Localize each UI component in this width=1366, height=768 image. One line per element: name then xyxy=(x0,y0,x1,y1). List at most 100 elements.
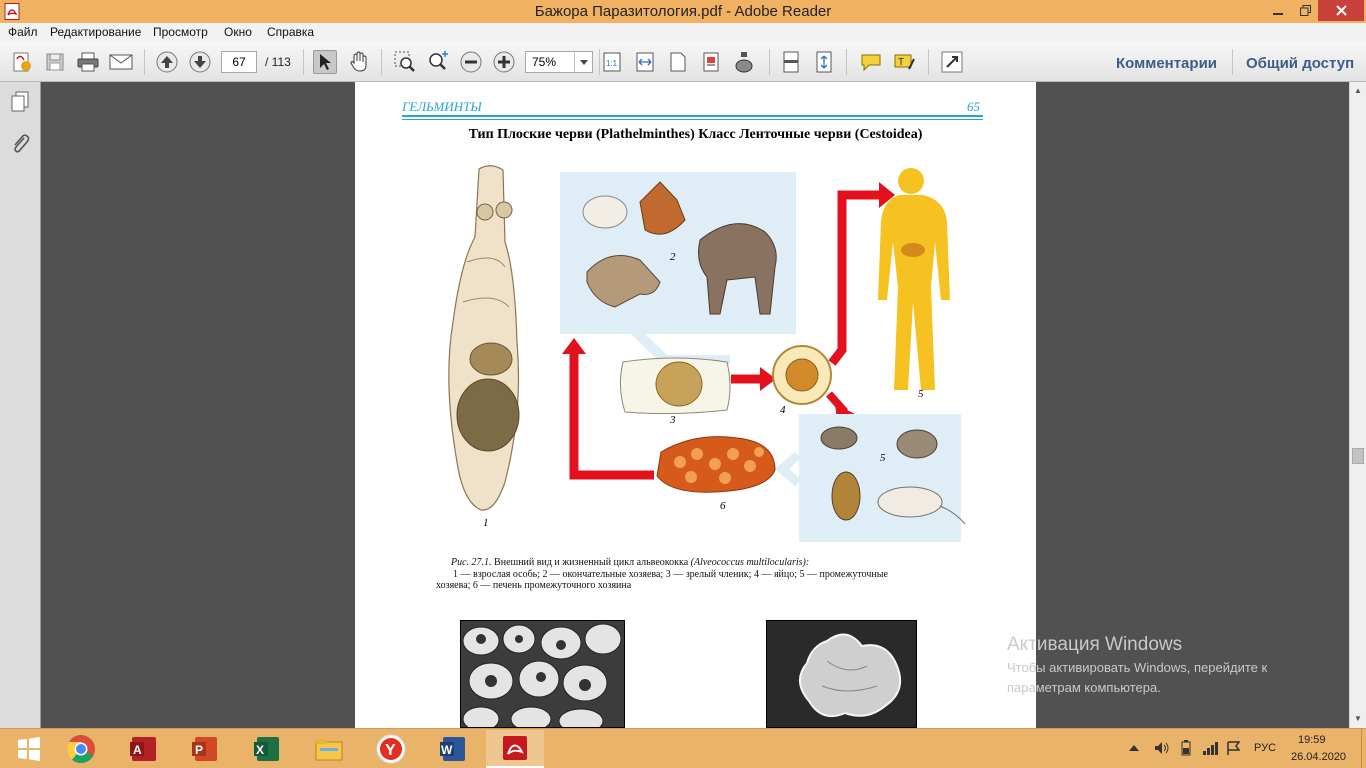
actual-size-button[interactable]: 1:1 xyxy=(600,50,624,74)
start-button[interactable] xyxy=(0,730,58,768)
hand-tool-button[interactable] xyxy=(347,50,371,74)
window-title: Бажора Паразитология.pdf - Adobe Reader xyxy=(534,3,832,20)
previous-page-button[interactable] xyxy=(155,50,179,74)
watermark-text: Чтобы активировать Windows, перейдите к … xyxy=(1007,658,1327,698)
share-link[interactable]: Общий доступ xyxy=(1246,55,1354,72)
page-number-input[interactable] xyxy=(221,51,257,73)
envelope-icon xyxy=(109,54,133,70)
taskbar-file-explorer[interactable] xyxy=(300,730,358,768)
zoom-select[interactable]: 75% xyxy=(525,51,593,73)
paperclip-icon xyxy=(14,134,30,153)
close-button[interactable] xyxy=(1318,0,1364,21)
menu-help[interactable]: Справка xyxy=(267,25,314,39)
speaker-icon xyxy=(1155,742,1169,754)
fit-width-button[interactable] xyxy=(633,50,657,74)
toolbar: / 113 75% 1:1 xyxy=(0,42,1366,82)
next-page-button[interactable] xyxy=(188,50,212,74)
page-rotate-icon xyxy=(783,51,799,73)
tray-expand-button[interactable] xyxy=(1126,740,1142,756)
taskbar-chrome[interactable] xyxy=(52,730,110,768)
svg-text:P: P xyxy=(195,743,203,757)
taskbar-adobe-reader[interactable] xyxy=(486,730,544,768)
excel-icon: X xyxy=(254,737,279,761)
print-button[interactable] xyxy=(76,50,100,74)
maximize-button[interactable] xyxy=(1292,0,1318,21)
taskbar: A P X Y W РУС 19:59 26.04.2020 xyxy=(0,728,1366,768)
adobe-reader-icon xyxy=(503,736,527,760)
ink-bottle-icon xyxy=(735,52,753,73)
file-explorer-icon xyxy=(315,739,343,761)
create-pdf-icon xyxy=(13,52,31,72)
svg-text:1:1: 1:1 xyxy=(606,59,618,68)
arrow-down-icon xyxy=(189,51,211,73)
label-definitive-hosts: 2 xyxy=(670,251,676,263)
tray-volume[interactable] xyxy=(1154,740,1170,756)
menu-view[interactable]: Просмотр xyxy=(153,25,208,39)
save-button[interactable] xyxy=(43,50,67,74)
taskbar-excel[interactable]: X xyxy=(238,730,296,768)
minimize-button[interactable] xyxy=(1264,0,1292,21)
chevron-up-icon xyxy=(1129,745,1139,751)
pdf-page: ГЕЛЬМИНТЫ 65 Тип Плоские черви (Plathelm… xyxy=(355,82,1036,728)
clock-time[interactable]: 19:59 xyxy=(1298,734,1326,746)
two-page-icon xyxy=(703,52,719,72)
read-out-loud-button[interactable] xyxy=(732,50,756,74)
show-desktop-button[interactable] xyxy=(1361,729,1366,768)
comments-link[interactable]: Комментарии xyxy=(1116,55,1217,72)
restore-icon xyxy=(1299,5,1311,16)
expand-toolbar-button[interactable] xyxy=(940,50,964,74)
taskbar-word[interactable]: W xyxy=(424,730,482,768)
minimize-icon xyxy=(1273,12,1283,15)
create-pdf-button[interactable] xyxy=(10,50,34,74)
email-button[interactable] xyxy=(109,50,133,74)
menu-edit[interactable]: Редактирование xyxy=(50,25,141,39)
fit-page-button[interactable] xyxy=(666,50,690,74)
select-tool-button[interactable] xyxy=(313,50,337,74)
taskbar-access[interactable]: A xyxy=(114,730,172,768)
marquee-zoom-button[interactable] xyxy=(393,50,417,74)
add-comment-button[interactable] xyxy=(859,50,883,74)
scroll-thumb[interactable] xyxy=(1352,448,1364,464)
page-thumbnails-button[interactable] xyxy=(8,90,32,114)
page-display-button[interactable] xyxy=(699,50,723,74)
tray-battery[interactable] xyxy=(1178,740,1194,756)
zoom-value: 75% xyxy=(532,55,557,69)
svg-text:T: T xyxy=(898,57,904,68)
micrograph-image xyxy=(462,623,622,728)
label-adult: 1 xyxy=(483,517,489,529)
battery-plug-icon xyxy=(1181,740,1191,756)
signal-icon xyxy=(1203,742,1218,755)
yandex-browser-icon: Y xyxy=(376,734,406,764)
tray-action-center[interactable] xyxy=(1226,740,1242,756)
highlight-text-button[interactable]: T xyxy=(892,50,916,74)
input-language[interactable]: РУС xyxy=(1254,742,1276,754)
rotate-view-button[interactable] xyxy=(779,50,803,74)
zoom-in-button[interactable] xyxy=(492,50,516,74)
caption-figure-number: Рис. 27.1. xyxy=(451,557,492,568)
taskbar-powerpoint[interactable]: P xyxy=(176,730,234,768)
attachments-button[interactable] xyxy=(8,132,32,156)
vertical-scrollbar[interactable]: ▲ ▼ xyxy=(1349,82,1366,728)
tray-network[interactable] xyxy=(1202,740,1218,756)
fit-width-icon xyxy=(636,52,654,72)
scroll-down-icon[interactable]: ▼ xyxy=(1354,714,1362,723)
zoom-out-button[interactable] xyxy=(459,50,483,74)
watermark-line-2: параметрам компьютера. xyxy=(1007,680,1161,695)
svg-text:W: W xyxy=(441,743,453,757)
specimen-image xyxy=(799,633,901,717)
activation-watermark: Активация Windows Чтобы активировать Win… xyxy=(1007,634,1327,698)
specimen-photo xyxy=(766,620,917,728)
scroll-up-icon[interactable]: ▲ xyxy=(1354,86,1362,95)
dynamic-zoom-button[interactable] xyxy=(426,50,450,74)
menu-window[interactable]: Окно xyxy=(224,25,252,39)
zoom-dropdown-button[interactable] xyxy=(574,52,592,72)
powerpoint-icon: P xyxy=(192,737,217,761)
plus-icon xyxy=(493,51,515,73)
title-bar: Бажора Паразитология.pdf - Adobe Reader xyxy=(0,0,1366,23)
document-area[interactable]: ГЕЛЬМИНТЫ 65 Тип Плоские черви (Plathelm… xyxy=(41,82,1349,728)
clock-date[interactable]: 26.04.2020 xyxy=(1291,751,1346,763)
full-screen-button[interactable] xyxy=(812,50,836,74)
taskbar-yandex-browser[interactable]: Y xyxy=(362,730,420,768)
menu-file[interactable]: Файл xyxy=(8,25,38,39)
page-icon xyxy=(670,52,686,72)
